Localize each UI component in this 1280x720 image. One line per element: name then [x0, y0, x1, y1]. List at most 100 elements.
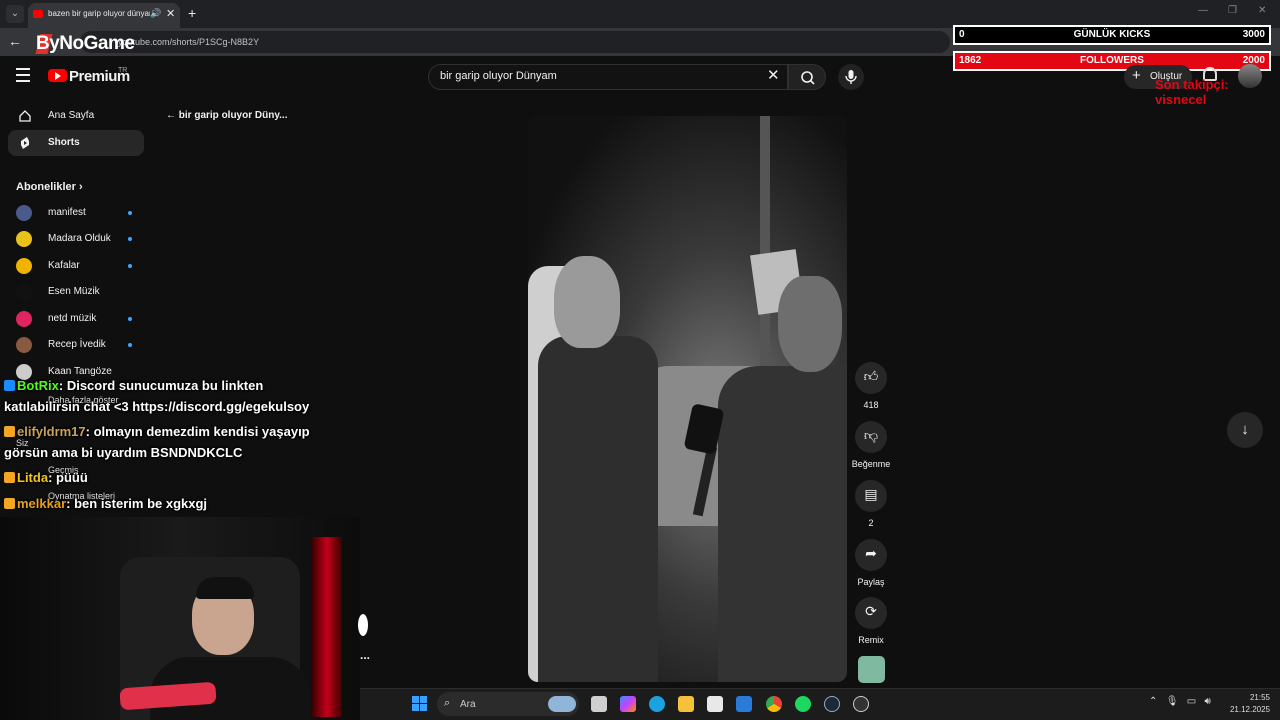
kicks-goal: 3000	[1242, 29, 1265, 40]
like-count: 418	[863, 400, 879, 410]
share-arrow-icon: ➦	[865, 545, 877, 561]
video-person-right-head	[778, 276, 842, 372]
kicks-label: GÜNLÜK KICKS	[1073, 29, 1151, 40]
sidebar-item-shorts[interactable]: Shorts	[8, 130, 144, 156]
channel-name: Recep İvedik	[48, 339, 106, 350]
chat-username: elifyldrm17	[17, 424, 86, 439]
microphone-icon	[845, 70, 857, 84]
channel-avatar	[16, 231, 32, 247]
mail-icon[interactable]	[736, 696, 752, 712]
new-content-dot	[128, 264, 132, 268]
thumbs-down-icon: 👎︎	[863, 427, 879, 443]
region-code: TR	[118, 67, 128, 74]
chat-message: melkkar: ben isterim be xgkxgj	[4, 496, 207, 511]
sidebar-item-label: Shorts	[48, 137, 80, 148]
back-to-search-link[interactable]: ← bir garip oluyor Düny...	[166, 110, 288, 121]
chat-username: BotRix	[17, 378, 59, 393]
followers-counter: 1862 FOLLOWERS 2000	[953, 51, 1271, 71]
window-close-icon[interactable]: ✕	[1258, 5, 1266, 16]
sidebar-item-label: Ana Sayfa	[48, 110, 95, 121]
browser-back-icon[interactable]: ←	[8, 33, 22, 49]
next-video-chevron-down-icon[interactable]: ↓	[1227, 412, 1263, 448]
speaker-icon[interactable]: 🔊	[150, 8, 161, 19]
plus-icon: +	[1132, 67, 1141, 84]
clock-time[interactable]: 21:55	[1240, 693, 1270, 702]
webcam-streamer-cap	[196, 577, 254, 599]
chat-text: : ben isterim be xgkxgj	[66, 496, 208, 511]
video-person-right-body	[718, 366, 847, 682]
comment-count: 2	[868, 518, 874, 528]
edge-icon[interactable]	[649, 696, 665, 712]
chat-message-continuation: katılabilirsin chat <3 https://discord.g…	[4, 399, 310, 414]
subscription-item[interactable]: netd müzik	[8, 306, 144, 332]
close-tab-icon[interactable]: ✕	[166, 7, 175, 20]
taskbar-search-icon: ⌕	[444, 697, 451, 709]
webcam-edge-light	[358, 614, 368, 636]
new-content-dot	[128, 317, 132, 321]
channel-avatar	[16, 311, 32, 327]
comment-icon: ▤	[864, 486, 878, 502]
search-button[interactable]	[788, 64, 826, 90]
store-icon[interactable]	[707, 696, 723, 712]
home-icon	[19, 110, 31, 122]
minimize-icon[interactable]: —	[1198, 5, 1208, 16]
chat-username: melkkar	[17, 496, 67, 511]
subscription-item[interactable]: Esen Müzik	[8, 279, 144, 305]
video-person-middle-body	[538, 336, 658, 682]
chat-message: Litda: püüü	[4, 470, 88, 485]
short-video-player[interactable]	[528, 116, 847, 682]
channel-name: Esen Müzik	[48, 286, 100, 297]
clock-date[interactable]: 21.12.2025	[1222, 705, 1270, 714]
clear-search-icon[interactable]: ✕	[767, 66, 780, 84]
channel-name: Madara Olduk	[48, 233, 111, 244]
dislike-label: Beğenme	[851, 459, 891, 469]
task-view-icon[interactable]	[591, 696, 607, 712]
file-explorer-icon[interactable]	[678, 696, 694, 712]
bynogame-logo: ByNoGame	[36, 33, 135, 54]
maximize-icon[interactable]: ❐	[1228, 5, 1237, 16]
subscriptions-heading[interactable]: Abonelikler ›	[16, 181, 83, 193]
chat-text: : olmayın demezdim kendisi yaşayıp	[85, 424, 310, 439]
chevron-right-icon: ›	[78, 181, 83, 193]
subscription-item[interactable]: Kafalar	[8, 253, 144, 279]
chat-message: elifyldrm17: olmayın demezdim kendisi ya…	[4, 424, 310, 439]
subscription-item[interactable]: Recep İvedik	[8, 332, 144, 358]
tab-search-chevron-icon[interactable]: ⌄	[6, 5, 24, 23]
obs-icon[interactable]	[853, 696, 869, 712]
copilot-icon[interactable]	[620, 696, 636, 712]
widgets-icon[interactable]	[548, 696, 576, 712]
chat-badge-icon	[4, 472, 15, 483]
tab-title: bazen bir garip oluyor dünyam	[48, 9, 150, 18]
share-label: Paylaş	[857, 577, 885, 587]
chat-badge-icon	[4, 380, 15, 391]
channel-name: Kafalar	[48, 260, 80, 271]
spotify-icon[interactable]	[795, 696, 811, 712]
webcam-red-light	[312, 537, 342, 717]
taskbar-search-placeholder[interactable]: Ara	[460, 699, 476, 710]
menu-icon[interactable]	[16, 68, 30, 86]
sound-thumbnail[interactable]	[858, 656, 885, 683]
youtube-favicon-icon	[33, 10, 43, 18]
chrome-icon[interactable]	[766, 696, 782, 712]
windows-start-icon[interactable]	[412, 696, 427, 711]
search-value[interactable]: bir garip oluyor Dünyam	[440, 70, 557, 82]
shorts-icon	[21, 137, 29, 149]
subscription-item[interactable]: Madara Olduk	[8, 226, 144, 252]
chat-badge-icon	[4, 426, 15, 437]
new-tab-plus-icon[interactable]: +	[188, 5, 196, 21]
sidebar-item-home[interactable]: Ana Sayfa	[8, 103, 144, 129]
back-arrow-icon: ←	[166, 110, 176, 121]
chat-badge-icon	[4, 498, 15, 509]
voice-search-button[interactable]	[838, 64, 864, 90]
channel-avatar	[16, 337, 32, 353]
steam-icon[interactable]	[824, 696, 840, 712]
browser-tab[interactable]: bazen bir garip oluyor dünyam 🔊 ✕	[28, 3, 180, 28]
channel-name: Kaan Tangöze	[48, 366, 112, 377]
chat-text: : püüü	[48, 470, 88, 485]
system-tray-icons[interactable]: ⌃ 🎙︎ ▭ 🔊︎	[1149, 696, 1211, 707]
youtube-play-icon	[55, 72, 61, 80]
subscription-item[interactable]: manifest	[8, 200, 144, 226]
url-text[interactable]: youtube.com/shorts/P1SCg-N8B2Y	[118, 37, 259, 47]
channel-name: manifest	[48, 207, 86, 218]
channel-avatar	[16, 284, 32, 300]
